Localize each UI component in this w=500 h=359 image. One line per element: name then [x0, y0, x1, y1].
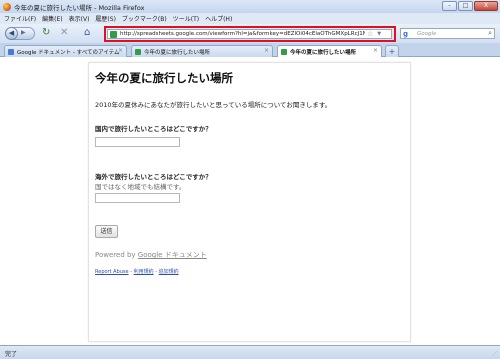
footer-links: Report Abuse - 利用規約 - 追加規約: [95, 268, 179, 275]
new-tab-button[interactable]: +: [385, 45, 399, 57]
menu-file[interactable]: ファイル(F): [4, 14, 36, 23]
submit-button[interactable]: 送信: [95, 225, 118, 238]
tab-close-icon[interactable]: ×: [373, 47, 378, 54]
form-card: 今年の夏に旅行したい場所 2010年の夏休みにあなたが旅行したいと思っている場所…: [88, 62, 411, 342]
search-icon[interactable]: ⌕: [488, 29, 492, 38]
report-abuse-link[interactable]: Report Abuse: [95, 269, 129, 275]
tab-form-1[interactable]: 今年の夏に旅行したい場所 ×: [131, 45, 273, 57]
search-bar[interactable]: g Google ⌕: [400, 28, 495, 39]
tab-label: Google ドキュメント - すべてのアイテム: [17, 49, 120, 56]
tab-google-docs[interactable]: Google ドキュメント - すべてのアイテム ×: [4, 45, 127, 57]
tab-close-icon[interactable]: ×: [264, 47, 269, 54]
google-docs-link[interactable]: Google ドキュメント: [138, 251, 207, 259]
menu-edit[interactable]: 編集(E): [42, 14, 62, 23]
google-search-engine-icon[interactable]: g: [403, 30, 411, 38]
window-controls: - □ X: [442, 1, 498, 11]
tab-label: 今年の夏に旅行したい場所: [144, 49, 211, 56]
question-2-help: 国ではなく地域でも結構です。: [95, 183, 186, 191]
powered-by: Powered by Google ドキュメント: [95, 250, 207, 260]
stop-icon[interactable]: ✕: [60, 28, 68, 38]
window-titlebar: 今年の夏に旅行したい場所 - Mozilla Firefox - □ X: [0, 0, 500, 13]
menu-history[interactable]: 履歴(S): [95, 14, 116, 23]
question-1-input[interactable]: [95, 137, 180, 147]
question-2-input[interactable]: [95, 193, 180, 203]
status-bar: 完了 ⋰: [0, 345, 500, 359]
home-icon[interactable]: ⌂: [84, 28, 90, 38]
form-description: 2010年の夏休みにあなたが旅行したいと思っている場所についてお聞きします。: [95, 101, 332, 109]
reload-icon[interactable]: ↻: [42, 28, 50, 38]
back-forward-group: ◀ ▶: [5, 27, 35, 40]
spreadsheet-icon: [135, 48, 141, 55]
back-button[interactable]: ◀: [5, 27, 18, 40]
status-text: 完了: [5, 351, 18, 358]
menu-view[interactable]: 表示(V): [69, 14, 90, 23]
url-highlight-box: [104, 26, 396, 42]
question-2-title: 海外で旅行したいところはどこですか？: [95, 173, 212, 181]
firefox-icon: [3, 2, 11, 11]
additional-terms-link[interactable]: 追加規約: [159, 269, 179, 275]
close-window-button[interactable]: X: [474, 1, 498, 11]
spreadsheet-icon: [281, 49, 287, 55]
resize-grip-icon[interactable]: ⋰: [492, 350, 498, 357]
menu-tools[interactable]: ツール(T): [173, 14, 199, 23]
tab-label: 今年の夏に旅行したい場所: [290, 50, 357, 56]
minimize-button[interactable]: -: [442, 1, 457, 11]
search-placeholder: Google: [417, 30, 437, 37]
form-title: 今年の夏に旅行したい場所: [95, 71, 233, 85]
maximize-button[interactable]: □: [458, 1, 473, 11]
menu-bar: ファイル(F) 編集(E) 表示(V) 履歴(S) ブックマーク(B) ツール(…: [0, 13, 500, 24]
menu-help[interactable]: ヘルプ(H): [205, 14, 232, 23]
forward-button[interactable]: ▶: [21, 29, 26, 36]
tab-strip: Google ドキュメント - すべてのアイテム × 今年の夏に旅行したい場所 …: [0, 43, 500, 58]
google-docs-icon: [8, 48, 14, 55]
page-content: 今年の夏に旅行したい場所 2010年の夏休みにあなたが旅行したいと思っている場所…: [0, 57, 500, 345]
question-1-title: 国内で旅行したいところはどこですか？: [95, 125, 212, 133]
tab-close-icon[interactable]: ×: [118, 47, 123, 54]
menu-bookmarks[interactable]: ブックマーク(B): [122, 14, 167, 23]
powered-prefix: Powered by: [95, 251, 138, 259]
terms-link[interactable]: 利用規約: [134, 269, 154, 275]
window-title: 今年の夏に旅行したい場所 - Mozilla Firefox: [14, 3, 145, 12]
